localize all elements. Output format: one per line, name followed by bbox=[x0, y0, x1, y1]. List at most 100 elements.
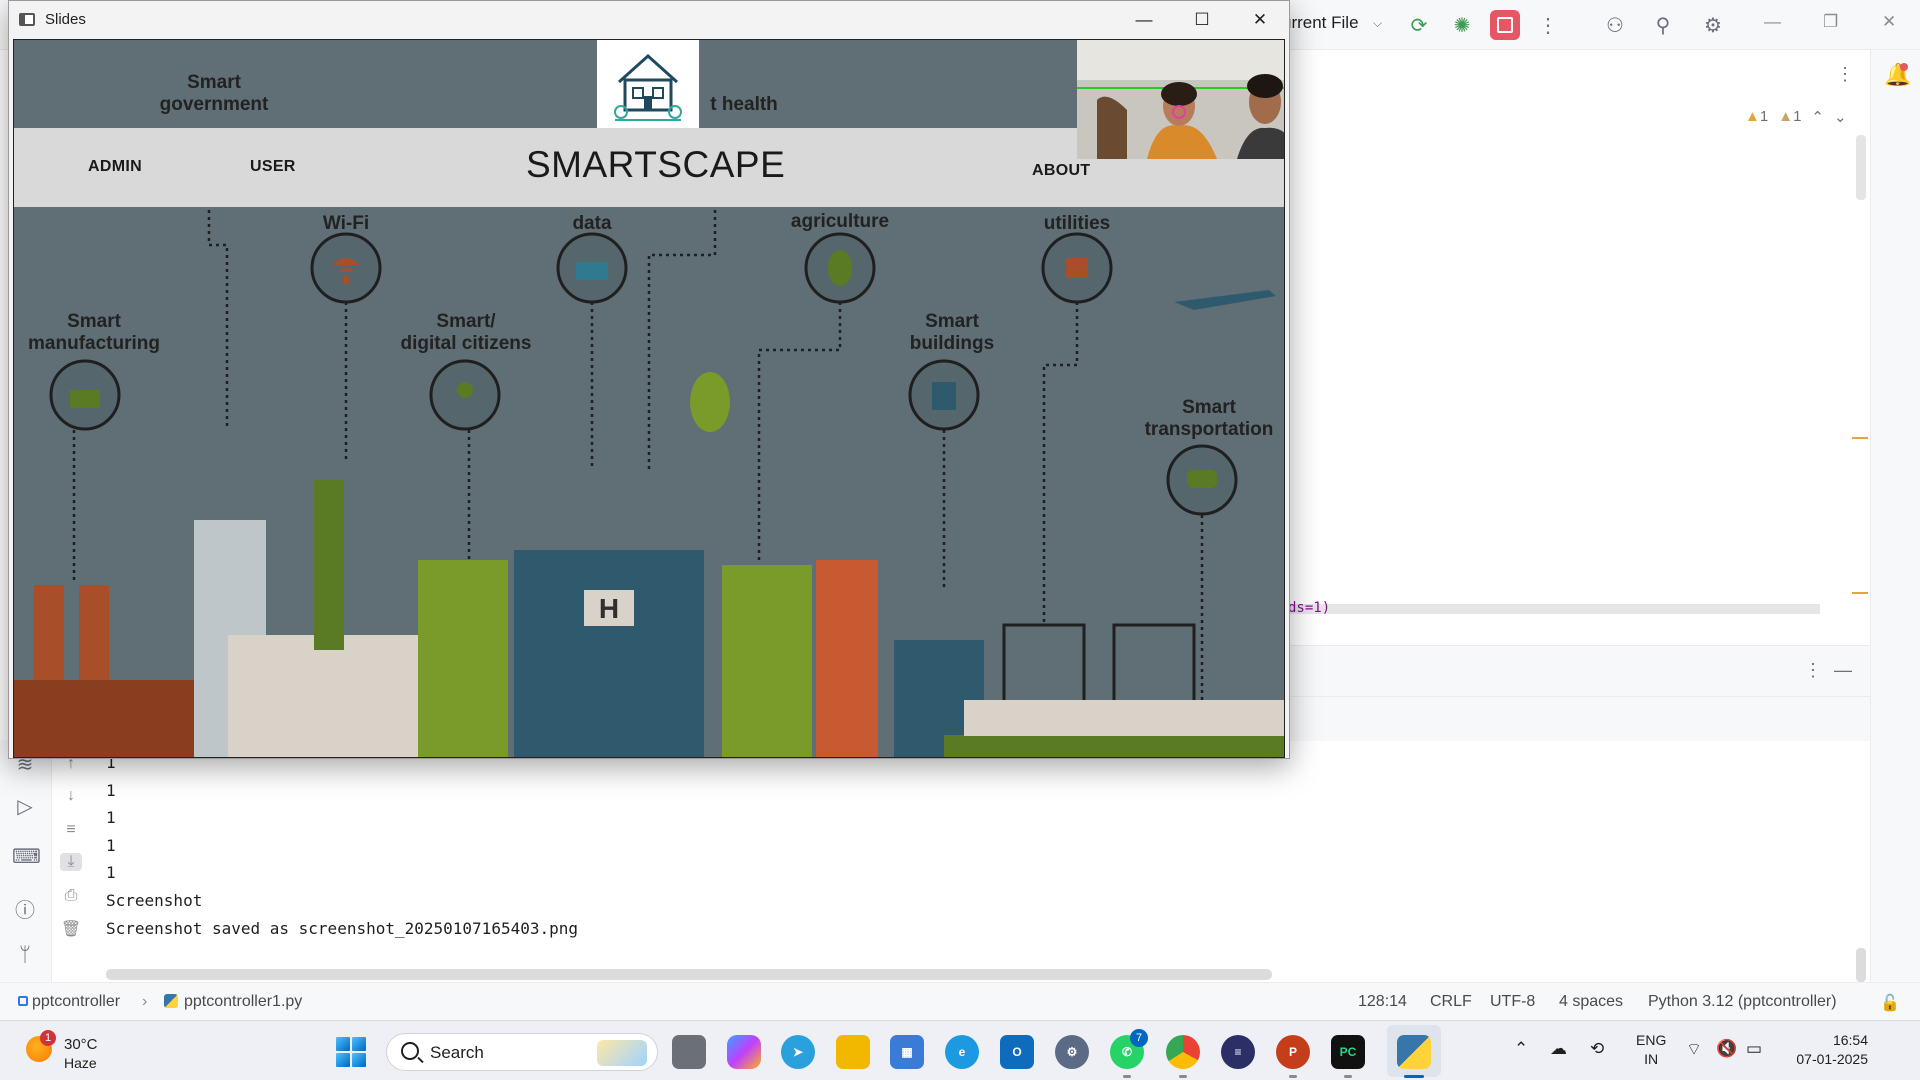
terminal-icon[interactable]: ⌨ bbox=[12, 844, 41, 870]
taskbar-search[interactable]: Search bbox=[386, 1033, 658, 1071]
tool-window-header bbox=[1290, 645, 1870, 697]
inspection-widget[interactable]: ▲1 ▲1 ⌃ ⌄ bbox=[1745, 108, 1847, 126]
sync-icon[interactable]: ⟲ bbox=[1590, 1039, 1604, 1059]
soft-wrap-icon[interactable]: ≡ bbox=[60, 821, 82, 839]
settings-gear-icon[interactable]: ⚙ bbox=[1698, 10, 1728, 40]
more-actions-icon[interactable]: ⋮ bbox=[1533, 10, 1563, 40]
label-agriculture: agriculture bbox=[791, 211, 889, 232]
tool-window-tabs-area bbox=[1290, 697, 1870, 741]
warning-marker[interactable] bbox=[1852, 592, 1868, 594]
caret-position[interactable]: 128:14 bbox=[1358, 993, 1407, 1011]
outlook-icon[interactable]: O bbox=[1000, 1035, 1034, 1069]
file-explorer-icon[interactable] bbox=[836, 1035, 870, 1069]
hospital-letter: H bbox=[599, 593, 619, 624]
nav-user-button[interactable]: USER bbox=[250, 158, 296, 176]
scroll-down-icon[interactable]: ↓ bbox=[60, 787, 82, 805]
chrome-icon[interactable] bbox=[1166, 1035, 1200, 1069]
edge-beta-icon[interactable]: e bbox=[945, 1035, 979, 1069]
settings-app-icon[interactable]: ⚙ bbox=[1055, 1035, 1089, 1069]
breadcrumb-project[interactable]: pptcontroller bbox=[18, 993, 120, 1011]
label-health: t health bbox=[710, 94, 778, 115]
code-with-me-icon[interactable]: ⚇ bbox=[1600, 10, 1630, 40]
editor-scrollbar[interactable] bbox=[1856, 135, 1866, 200]
console-line: Screenshot saved as screenshot_202501071… bbox=[106, 918, 579, 938]
search-highlight-image bbox=[597, 1040, 647, 1066]
label-manufacturing-2: manufacturing bbox=[28, 333, 160, 354]
nav-about-button[interactable]: ABOUT bbox=[1032, 162, 1090, 180]
chevron-up-icon[interactable]: ⌃ bbox=[1811, 108, 1824, 126]
pycharm-icon[interactable]: PC bbox=[1331, 1035, 1365, 1069]
project-icon bbox=[18, 996, 28, 1006]
show-hidden-icons-chevron-icon[interactable]: ⌃ bbox=[1514, 1039, 1528, 1059]
breadcrumb-separator-icon: › bbox=[142, 993, 148, 1010]
line-separator[interactable]: CRLF bbox=[1430, 993, 1472, 1011]
code-editor[interactable] bbox=[1290, 50, 1870, 615]
label-utilities: utilities bbox=[1044, 213, 1111, 234]
slides-titlebar[interactable]: Slides — ☐ ✕ bbox=[9, 1, 1289, 39]
start-button[interactable] bbox=[336, 1037, 366, 1067]
python-interpreter[interactable]: Python 3.12 (pptcontroller) bbox=[1648, 993, 1837, 1011]
slides-content: H Smart government t health Wi-Fi data a… bbox=[13, 39, 1285, 758]
slides-close-icon[interactable]: ✕ bbox=[1237, 7, 1283, 33]
microsoft-store-icon[interactable]: ▦ bbox=[890, 1035, 924, 1069]
chevron-down-icon[interactable]: ⌄ bbox=[1834, 108, 1847, 126]
chevron-down-icon[interactable]: ⌵ bbox=[1373, 16, 1382, 31]
smart-home-logo-icon bbox=[614, 53, 682, 121]
system-clock[interactable]: 16:54 07-01-2025 bbox=[1786, 1031, 1868, 1069]
label-transportation-2: transportation bbox=[1145, 419, 1274, 440]
slides-maximize-icon[interactable]: ☐ bbox=[1179, 7, 1225, 33]
task-view-icon[interactable] bbox=[672, 1035, 706, 1069]
git-branch-icon[interactable]: ᛘ bbox=[12, 944, 38, 970]
powerpoint-icon[interactable]: P bbox=[1276, 1035, 1310, 1069]
ide-close-icon[interactable]: ✕ bbox=[1882, 12, 1896, 32]
debug-icon[interactable]: ✺ bbox=[1447, 10, 1477, 40]
python-app-icon[interactable] bbox=[1397, 1035, 1431, 1069]
run-console-output[interactable]: 1 1 1 1 1 Screenshot Screenshot saved as… bbox=[106, 749, 1856, 949]
problems-icon[interactable]: ⓘ bbox=[12, 894, 38, 922]
tool-window-options-icon[interactable]: ⋮ bbox=[1804, 660, 1822, 681]
running-indicator bbox=[1179, 1075, 1187, 1078]
console-line: 1 bbox=[106, 808, 116, 828]
eclipse-icon[interactable]: ≡ bbox=[1221, 1035, 1255, 1069]
editor-options-icon[interactable]: ⋮ bbox=[1836, 64, 1854, 85]
onedrive-cloud-icon[interactable]: ☁ bbox=[1550, 1039, 1567, 1059]
services-icon[interactable]: ▷ bbox=[12, 794, 38, 820]
file-encoding[interactable]: UTF-8 bbox=[1490, 993, 1535, 1011]
weak-warning-count: ▲1 bbox=[1778, 108, 1802, 125]
scroll-to-end-icon[interactable]: ⤓ bbox=[60, 853, 82, 871]
console-horizontal-scrollbar[interactable] bbox=[106, 969, 1272, 980]
ide-minimize-icon[interactable]: — bbox=[1764, 12, 1781, 32]
stop-button[interactable] bbox=[1490, 10, 1520, 40]
tool-window-hide-icon[interactable]: — bbox=[1834, 660, 1852, 681]
webcam-feed-image bbox=[1077, 40, 1284, 159]
search-everywhere-icon[interactable]: ⚲ bbox=[1648, 10, 1678, 40]
slides-window: Slides — ☐ ✕ H Smart government t health… bbox=[8, 0, 1290, 759]
ide-restore-icon[interactable]: ❐ bbox=[1823, 12, 1838, 32]
weak-warning-icon: ▲ bbox=[1778, 108, 1794, 125]
clock-date: 07-01-2025 bbox=[1796, 1051, 1868, 1067]
nav-admin-button[interactable]: ADMIN bbox=[88, 158, 142, 176]
warning-marker[interactable] bbox=[1852, 437, 1868, 439]
slides-window-title: Slides bbox=[45, 11, 86, 28]
webcam-preview bbox=[1077, 40, 1284, 159]
rerun-icon[interactable]: ⟳ bbox=[1404, 10, 1434, 40]
run-configuration-selector[interactable]: urrent File bbox=[1282, 13, 1359, 33]
slides-minimize-icon[interactable]: — bbox=[1121, 7, 1167, 33]
indent-setting[interactable]: 4 spaces bbox=[1559, 993, 1623, 1011]
wifi-icon[interactable]: ⌔ bbox=[1686, 1039, 1702, 1060]
lock-icon[interactable]: 🔓 bbox=[1880, 993, 1900, 1013]
input-language[interactable]: ENG IN bbox=[1636, 1031, 1666, 1069]
console-vertical-scrollbar[interactable] bbox=[1856, 948, 1866, 982]
telegram-icon[interactable]: ➤ bbox=[781, 1035, 815, 1069]
volume-muted-icon[interactable]: 🔇 bbox=[1716, 1039, 1737, 1059]
clear-console-icon[interactable]: 🗑 bbox=[60, 919, 82, 939]
label-citizens-2: digital citizens bbox=[401, 333, 532, 354]
print-icon[interactable]: ⎙ bbox=[60, 887, 82, 905]
editor-horizontal-scrollbar[interactable] bbox=[1286, 604, 1820, 614]
label-buildings-2: buildings bbox=[910, 333, 994, 354]
copilot-icon[interactable] bbox=[727, 1035, 761, 1069]
breadcrumb-file[interactable]: pptcontroller1.py bbox=[164, 993, 302, 1011]
label-data: data bbox=[572, 213, 612, 234]
windows-taskbar: 1 30°C Haze Search ➤ ▦ e O ⚙ ✆ 7 ≡ P PC … bbox=[0, 1020, 1920, 1080]
battery-icon[interactable]: ▭ bbox=[1746, 1039, 1762, 1059]
